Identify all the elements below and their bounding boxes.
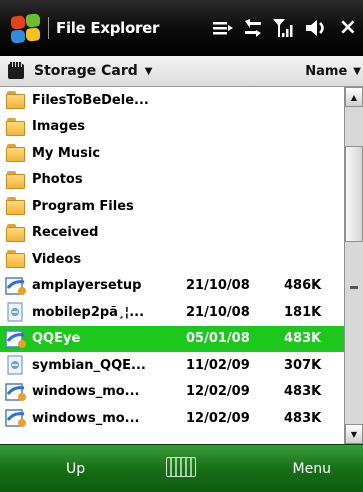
- file-name: QQEye: [32, 331, 81, 347]
- file-date: 11/02/09: [186, 357, 250, 373]
- installer-file-icon: [4, 327, 28, 351]
- file-name: FilesToBeDele...: [32, 92, 149, 108]
- installer-file-icon: [4, 380, 28, 404]
- file-date: 21/10/08: [186, 278, 250, 294]
- installer-file-icon: [4, 406, 28, 430]
- file-list-item[interactable]: symbian_QQE... 11/02/09 307K: [0, 352, 344, 379]
- file-size: 483K: [284, 331, 322, 347]
- menu-lines-icon[interactable]: [212, 20, 233, 36]
- scroll-thumb[interactable]: [345, 146, 363, 242]
- file-name: Photos: [32, 172, 83, 188]
- file-list-item[interactable]: My Music: [0, 140, 344, 167]
- menu-softkey[interactable]: Menu: [293, 461, 331, 477]
- sort-chevron-icon[interactable]: ▼: [353, 66, 361, 77]
- cab-file-icon: [4, 353, 28, 377]
- file-date: 05/01/08: [186, 331, 250, 347]
- close-icon[interactable]: ×: [339, 17, 357, 39]
- folder-icon: [4, 194, 28, 218]
- file-list-item[interactable]: QQEye 05/01/08 483K: [0, 325, 344, 352]
- file-size: 483K: [284, 384, 322, 400]
- folder-icon: [4, 168, 28, 192]
- file-name: symbian_QQE...: [32, 357, 146, 373]
- sort-label[interactable]: Name: [305, 64, 347, 79]
- folder-icon: [4, 141, 28, 165]
- signal-icon[interactable]: [272, 17, 295, 39]
- scroll-up-button[interactable]: ▲: [345, 87, 363, 107]
- app-title: File Explorer: [56, 19, 160, 37]
- file-name: mobilep2pã¸¦...: [32, 304, 145, 320]
- sync-arrows-icon[interactable]: [243, 19, 263, 37]
- softkey-bar: Up Menu: [0, 444, 363, 492]
- keyboard-icon[interactable]: [166, 457, 196, 477]
- cab-file-icon: [4, 300, 28, 324]
- file-list-item[interactable]: Photos: [0, 167, 344, 194]
- storage-card-icon: [6, 61, 26, 81]
- folder-icon: [4, 221, 28, 245]
- file-name: Videos: [32, 251, 82, 267]
- file-list-item[interactable]: Images: [0, 114, 344, 141]
- windows-flag-icon[interactable]: [8, 11, 42, 45]
- file-list-item[interactable]: Videos: [0, 246, 344, 273]
- file-size: 181K: [284, 304, 322, 320]
- scroll-down-button[interactable]: ▼: [345, 424, 363, 444]
- file-date: 12/02/09: [186, 384, 250, 400]
- status-icons: ×: [203, 0, 363, 56]
- file-name: windows_mo...: [32, 410, 140, 426]
- file-name: Program Files: [32, 198, 134, 214]
- file-name: windows_mo...: [32, 384, 140, 400]
- sort-dropdown[interactable]: Name ▼: [305, 56, 363, 87]
- file-size: 486K: [284, 278, 322, 294]
- folder-icon: [4, 247, 28, 271]
- scroll-grip: [350, 286, 358, 289]
- scrollbar[interactable]: ▲ ▼: [344, 87, 363, 444]
- file-name: My Music: [32, 145, 101, 161]
- file-name: Received: [32, 225, 99, 241]
- file-name: Images: [32, 119, 86, 135]
- file-list-item[interactable]: windows_mo... 12/02/09 483K: [0, 405, 344, 432]
- folder-dropdown[interactable]: Storage Card: [34, 63, 138, 79]
- file-date: 21/10/08: [186, 304, 250, 320]
- title-bar: File Explorer ×: [0, 0, 363, 56]
- file-list-item[interactable]: mobilep2pã¸¦... 21/10/08 181K: [0, 299, 344, 326]
- file-size: 307K: [284, 357, 322, 373]
- file-list-item[interactable]: windows_mo... 12/02/09 483K: [0, 379, 344, 406]
- up-softkey[interactable]: Up: [66, 461, 85, 477]
- location-bar: Storage Card ▼ Name ▼: [0, 56, 363, 87]
- file-list-item[interactable]: Received: [0, 220, 344, 247]
- title-separator: [48, 17, 49, 39]
- folder-dropdown-chevron-icon[interactable]: ▼: [145, 66, 153, 77]
- folder-icon: [4, 88, 28, 112]
- file-list-item[interactable]: Program Files: [0, 193, 344, 220]
- file-list: FilesToBeDele... Images My Music Photos Prog…: [0, 87, 344, 444]
- installer-file-icon: [4, 274, 28, 298]
- file-list-item[interactable]: amplayersetup 21/10/08 486K: [0, 273, 344, 300]
- file-date: 12/02/09: [186, 410, 250, 426]
- file-name: amplayersetup: [32, 278, 142, 294]
- file-list-item[interactable]: FilesToBeDele...: [0, 87, 344, 114]
- volume-icon[interactable]: [305, 18, 327, 38]
- file-size: 483K: [284, 410, 322, 426]
- folder-icon: [4, 115, 28, 139]
